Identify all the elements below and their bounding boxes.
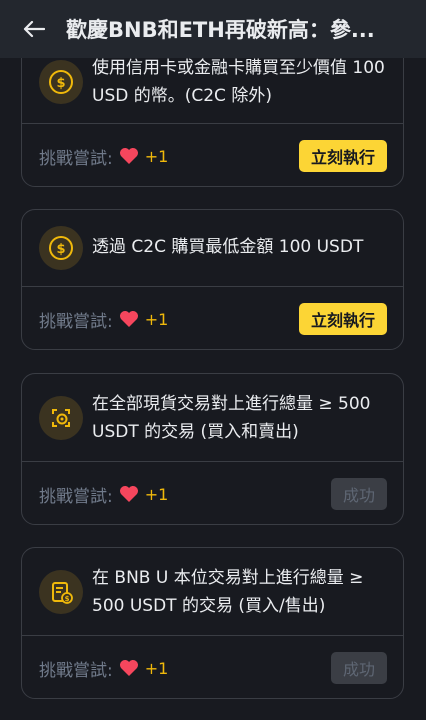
- futures-doc-icon: $: [39, 570, 83, 614]
- execute-now-button[interactable]: 立刻執行: [298, 140, 387, 172]
- heart-icon: [119, 147, 139, 165]
- try-label: 挑戰嘗試:: [39, 311, 113, 332]
- task-description: 在全部現貨交易對上進行總量 ≥ 500 USDT 的交易 (買入和賣出): [92, 394, 371, 442]
- reward-count: +1: [144, 484, 169, 504]
- task-card-body: $ 透過 C2C 購買最低金額 100 USDT: [22, 210, 403, 287]
- task-description: 使用信用卡或金融卡購買至少價值 100 USD 的幣。(C2C 除外): [92, 58, 385, 106]
- svg-text:$: $: [65, 595, 70, 603]
- task-card: $ 透過 C2C 購買最低金額 100 USDT 挑戰嘗試: +1 立刻執行: [21, 209, 404, 350]
- reward-count: +1: [144, 146, 169, 166]
- task-card: 在全部現貨交易對上進行總量 ≥ 500 USDT 的交易 (買入和賣出) 挑戰嘗…: [21, 373, 404, 525]
- reward-count: +1: [144, 658, 169, 678]
- heart-icon: [119, 485, 139, 503]
- task-card-footer: 挑戰嘗試: +1 成功: [22, 636, 403, 700]
- heart-icon: [119, 659, 139, 677]
- coin-icon: $: [39, 226, 83, 270]
- success-button[interactable]: 成功: [330, 478, 387, 510]
- app-header: 歡慶BNB和ETH再破新高：參...: [0, 0, 426, 58]
- task-card: $ 在 BNB U 本位交易對上進行總量 ≥ 500 USDT 的交易 (買入/…: [21, 547, 404, 699]
- task-card-footer: 挑戰嘗試: +1 立刻執行: [22, 287, 403, 351]
- back-arrow-icon[interactable]: [14, 9, 54, 49]
- try-label: 挑戰嘗試:: [39, 486, 113, 507]
- task-description: 透過 C2C 購買最低金額 100 USDT: [92, 237, 364, 257]
- reward-count: +1: [144, 309, 169, 329]
- svg-text:$: $: [56, 76, 65, 91]
- try-label: 挑戰嘗試:: [39, 660, 113, 681]
- try-label: 挑戰嘗試:: [39, 148, 113, 169]
- execute-now-button[interactable]: 立刻執行: [298, 303, 387, 335]
- coin-icon: $: [39, 60, 83, 104]
- heart-icon: [119, 310, 139, 328]
- page-title: 歡慶BNB和ETH再破新高：參...: [66, 18, 375, 42]
- task-description: 在 BNB U 本位交易對上進行總量 ≥ 500 USDT 的交易 (買入/售出…: [92, 568, 364, 616]
- svg-text:$: $: [56, 242, 65, 257]
- task-card-body: 在全部現貨交易對上進行總量 ≥ 500 USDT 的交易 (買入和賣出): [22, 374, 403, 462]
- task-card-footer: 挑戰嘗試: +1 成功: [22, 462, 403, 526]
- task-card-body: $ 在 BNB U 本位交易對上進行總量 ≥ 500 USDT 的交易 (買入/…: [22, 548, 403, 636]
- spot-trade-icon: [39, 396, 83, 440]
- success-button[interactable]: 成功: [330, 652, 387, 684]
- task-card-footer: 挑戰嘗試: +1 立刻執行: [22, 124, 403, 188]
